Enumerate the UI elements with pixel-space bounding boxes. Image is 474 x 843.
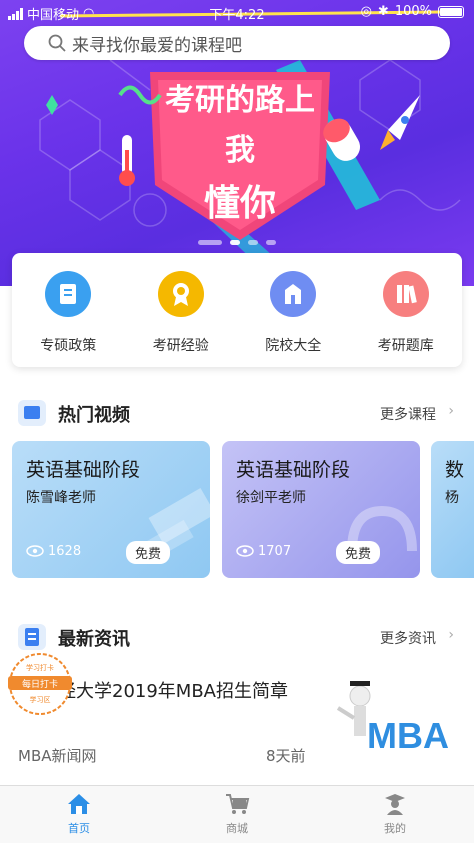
card-title: 数 [445, 459, 465, 481]
video-card-partial[interactable]: 数 杨 [431, 441, 474, 578]
app-screen: 考研的路上 我 懂你 中国移动 ◠ 下午4:22 ◎ ✱ 100% 来寻找你最爱… [0, 0, 474, 843]
menu-label: 院校大全 [265, 338, 322, 354]
eye-icon [26, 545, 44, 557]
news-time: 8天前 [266, 747, 306, 765]
view-count: 1628 [48, 544, 82, 559]
award-ribbon-icon [157, 271, 204, 317]
card-title: 英语基础阶段 [236, 459, 351, 481]
home-icon [68, 794, 90, 814]
card-title: 英语基础阶段 [26, 459, 141, 481]
bluetooth-icon: ✱ [377, 4, 389, 19]
document-icon [45, 271, 92, 317]
free-badge: 免费 [335, 541, 380, 564]
tab-home[interactable]: 首页 [0, 786, 158, 843]
banner-headline: 考研的路上 [165, 83, 315, 118]
banner-line3: 懂你 [204, 183, 276, 224]
chevron-right-icon[interactable]: › [448, 403, 454, 419]
card-teacher: 杨 [445, 490, 459, 506]
banner-line2: 我 [225, 133, 255, 168]
more-news-link[interactable]: 更多资讯 [380, 628, 436, 648]
search-bar[interactable]: 来寻找你最爱的课程吧 [24, 26, 450, 60]
thumbnail-text: MBA [367, 715, 449, 756]
graduate-icon [385, 794, 405, 815]
news-section-icon [18, 624, 46, 650]
bottom-tab-bar: 首页 商城 我的 [0, 785, 474, 843]
menu-item-experience[interactable]: 考研经验 [131, 271, 231, 355]
more-courses-link[interactable]: 更多课程 [380, 404, 436, 424]
menu-item-question-bank[interactable]: 考研题库 [356, 271, 456, 355]
chevron-right-icon[interactable]: › [448, 627, 454, 643]
tab-label: 首页 [68, 822, 90, 835]
free-badge: 免费 [125, 541, 170, 564]
hot-videos-header: 热门视频 更多课程 › [0, 398, 474, 428]
card-teacher: 徐剑平老师 [236, 490, 306, 506]
carousel-dot[interactable] [248, 240, 258, 245]
carousel-dots [0, 240, 474, 245]
svg-text:每日打卡: 每日打卡 [22, 678, 58, 690]
section-title: 热门视频 [58, 405, 130, 426]
menu-label: 考研题库 [377, 338, 434, 354]
svg-text:学习区: 学习区 [30, 695, 51, 704]
battery-icon [438, 5, 464, 18]
menu-item-schools[interactable]: 院校大全 [243, 271, 343, 355]
svg-text:学习打卡: 学习打卡 [26, 663, 54, 672]
search-placeholder: 来寻找你最爱的课程吧 [72, 35, 242, 56]
video-card[interactable]: 英语基础阶段 陈雪峰老师 1628 免费 [12, 441, 210, 578]
carousel-dot[interactable] [266, 240, 276, 245]
video-section-icon [18, 400, 46, 426]
daily-checkin-stamp[interactable]: 学习打卡 每日打卡 学习区 [4, 648, 76, 720]
promo-banner[interactable]: 考研的路上 我 懂你 中国移动 ◠ 下午4:22 ◎ ✱ 100% 来寻找你最爱… [0, 0, 474, 286]
menu-label: 专硕政策 [40, 338, 97, 354]
carousel-dot[interactable] [198, 240, 222, 245]
location-icon: ◎ [360, 4, 372, 19]
card-teacher: 陈雪峰老师 [26, 490, 96, 506]
menu-label: 考研经验 [152, 338, 209, 354]
eye-icon [236, 545, 254, 557]
view-count: 1707 [258, 544, 292, 559]
news-source: MBA新闻网 [18, 747, 97, 765]
carousel-dot[interactable] [230, 240, 240, 245]
tab-shop[interactable]: 商城 [158, 786, 316, 843]
tab-label: 我的 [384, 822, 406, 835]
news-thumbnail: MBA [320, 678, 460, 764]
status-bar: 中国移动 ◠ 下午4:22 ◎ ✱ 100% [0, 0, 474, 24]
cart-icon [226, 794, 250, 814]
video-card[interactable]: 英语基础阶段 徐剑平老师 1707 免费 [222, 441, 420, 578]
menu-item-policy[interactable]: 专硕政策 [18, 271, 118, 355]
tab-label: 商城 [226, 822, 248, 835]
tab-mine[interactable]: 我的 [316, 786, 474, 843]
quick-menu: 专硕政策 考研经验 院校大全 考研题库 [12, 253, 462, 367]
school-building-icon [270, 271, 317, 317]
books-icon [382, 271, 429, 317]
battery-label: 100% [394, 4, 432, 19]
search-icon [48, 34, 66, 52]
